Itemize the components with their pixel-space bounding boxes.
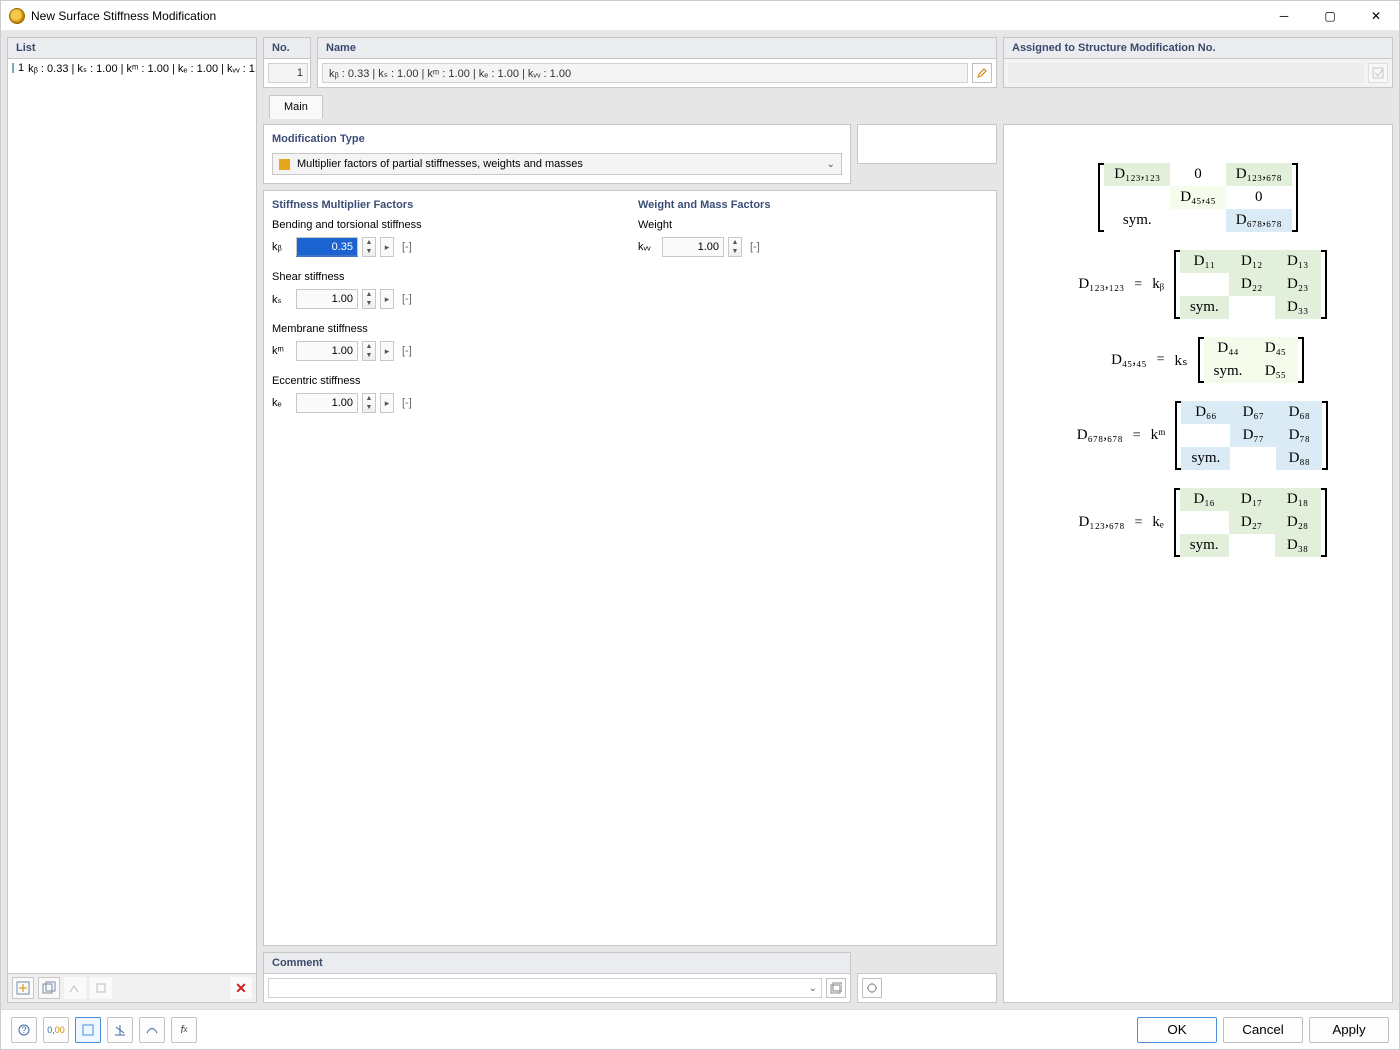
window: New Surface Stiffness Modification ─ ▢ ✕…	[0, 0, 1400, 1050]
comment-title: Comment	[263, 952, 851, 973]
ke-slider-button[interactable]: ▸	[380, 393, 394, 413]
matrix-preview: D₁₂₃,₁₂₃ 0 D₁₂₃,₆₇₈ D₄₅,₄₅ 0	[1003, 124, 1393, 1003]
ok-button[interactable]: OK	[1137, 1017, 1217, 1043]
ke-spinner[interactable]: ▲▼	[362, 393, 376, 413]
formula-button[interactable]: fx	[171, 1017, 197, 1043]
kb-slider-button[interactable]: ▸	[380, 237, 394, 257]
maximize-button[interactable]: ▢	[1307, 1, 1353, 31]
delete-item-button[interactable]: ✕	[230, 977, 252, 999]
help-button[interactable]: ?	[11, 1017, 37, 1043]
svg-text:?: ?	[21, 1025, 26, 1035]
apply-button[interactable]: Apply	[1309, 1017, 1389, 1043]
comment-input[interactable]: ⌄	[268, 978, 822, 998]
ke-symbol: kₑ	[272, 397, 292, 409]
cancel-button[interactable]: Cancel	[1223, 1017, 1303, 1043]
no-header: No.	[263, 37, 311, 58]
ke-unit: [-]	[402, 397, 412, 409]
kb-unit: [-]	[402, 241, 412, 253]
ks-slider-button[interactable]: ▸	[380, 289, 394, 309]
no-input[interactable]	[268, 63, 308, 83]
eccentric-label: Eccentric stiffness	[272, 375, 622, 387]
stiffness-panel: Stiffness Multiplier Factors Bending and…	[272, 199, 622, 937]
weight-title: Weight and Mass Factors	[638, 199, 988, 211]
app-icon	[9, 8, 25, 24]
km-spinner[interactable]: ▲▼	[362, 341, 376, 361]
name-input[interactable]	[322, 63, 968, 83]
main-column: No. Name Assigned to Structure Mo	[263, 37, 1393, 1003]
stiffness-title: Stiffness Multiplier Factors	[272, 199, 622, 211]
content: List 1 kᵦ : 0.33 | kₛ : 1.00 | kᵐ : 1.00…	[1, 31, 1399, 1009]
footer: ? 0,00 fx OK Cancel Apply	[1, 1009, 1399, 1049]
modtype-swatch-icon	[279, 159, 290, 170]
modtype-title: Modification Type	[272, 133, 842, 145]
titlebar: New Surface Stiffness Modification ─ ▢ ✕	[1, 1, 1399, 31]
window-title: New Surface Stiffness Modification	[31, 9, 1261, 23]
assigned-header: Assigned to Structure Modification No.	[1003, 37, 1393, 58]
close-button[interactable]: ✕	[1353, 1, 1399, 31]
list-panel: List 1 kᵦ : 0.33 | kₛ : 1.00 | kᵐ : 1.00…	[7, 37, 257, 1003]
chevron-down-icon: ⌄	[827, 159, 835, 170]
kb-input[interactable]	[296, 237, 358, 257]
modtype-dropdown[interactable]: Multiplier factors of partial stiffnesse…	[272, 153, 842, 175]
minimize-button[interactable]: ─	[1261, 1, 1307, 31]
bending-label: Bending and torsional stiffness	[272, 219, 622, 231]
tab-strip: Main	[263, 95, 1393, 119]
kw-input[interactable]	[662, 237, 724, 257]
name-header: Name	[317, 37, 997, 58]
assigned-input	[1008, 63, 1364, 83]
list-toolbar: ✕	[7, 974, 257, 1003]
list-body[interactable]: 1 kᵦ : 0.33 | kₛ : 1.00 | kᵐ : 1.00 | kₑ…	[7, 58, 257, 974]
view-mode-b-button[interactable]	[107, 1017, 133, 1043]
matrix-top: D₁₂₃,₁₂₃ 0 D₁₂₃,₆₇₈ D₄₅,₄₅ 0	[1104, 163, 1291, 232]
tool-b-button[interactable]	[90, 977, 112, 999]
comment-pick-button[interactable]	[826, 978, 846, 998]
ks-symbol: kₛ	[272, 293, 292, 306]
copy-item-button[interactable]	[38, 977, 60, 999]
ks-spinner[interactable]: ▲▼	[362, 289, 376, 309]
km-symbol: kᵐ	[272, 345, 292, 357]
view-mode-a-button[interactable]	[75, 1017, 101, 1043]
header-fields: No. Name Assigned to Structure Mo	[263, 37, 1393, 88]
kw-symbol: kᵥᵥ	[638, 241, 658, 253]
weight-label: Weight	[638, 219, 988, 231]
assigned-pick-button	[1368, 63, 1388, 83]
x-icon: ✕	[235, 980, 247, 997]
km-unit: [-]	[402, 345, 412, 357]
ke-input[interactable]	[296, 393, 358, 413]
mini-preview	[857, 124, 997, 164]
view-mode-c-button[interactable]	[139, 1017, 165, 1043]
preview-settings-button[interactable]	[862, 978, 882, 998]
list-item[interactable]: 1 kᵦ : 0.33 | kₛ : 1.00 | kᵐ : 1.00 | kₑ…	[8, 59, 256, 77]
tool-a-button[interactable]	[64, 977, 86, 999]
kw-unit: [-]	[750, 241, 760, 253]
list-item-label: kᵦ : 0.33 | kₛ : 1.00 | kᵐ : 1.00 | kₑ :…	[28, 62, 256, 75]
kb-symbol: kᵦ	[272, 241, 292, 253]
color-swatch	[12, 63, 14, 73]
weight-panel: Weight and Mass Factors Weight kᵥᵥ ▲▼ [-…	[638, 199, 988, 937]
units-button[interactable]: 0,00	[43, 1017, 69, 1043]
kb-spinner[interactable]: ▲▼	[362, 237, 376, 257]
km-slider-button[interactable]: ▸	[380, 341, 394, 361]
chevron-down-icon: ⌄	[809, 983, 817, 994]
list-header: List	[7, 37, 257, 58]
list-item-number: 1	[18, 62, 24, 74]
shear-label: Shear stiffness	[272, 271, 622, 283]
tab-main[interactable]: Main	[269, 95, 323, 119]
ks-unit: [-]	[402, 293, 412, 305]
membrane-label: Membrane stiffness	[272, 323, 622, 335]
km-input[interactable]	[296, 341, 358, 361]
modtype-value: Multiplier factors of partial stiffnesse…	[297, 158, 583, 170]
ks-input[interactable]	[296, 289, 358, 309]
edit-name-button[interactable]	[972, 63, 992, 83]
new-item-button[interactable]	[12, 977, 34, 999]
kw-spinner[interactable]: ▲▼	[728, 237, 742, 257]
